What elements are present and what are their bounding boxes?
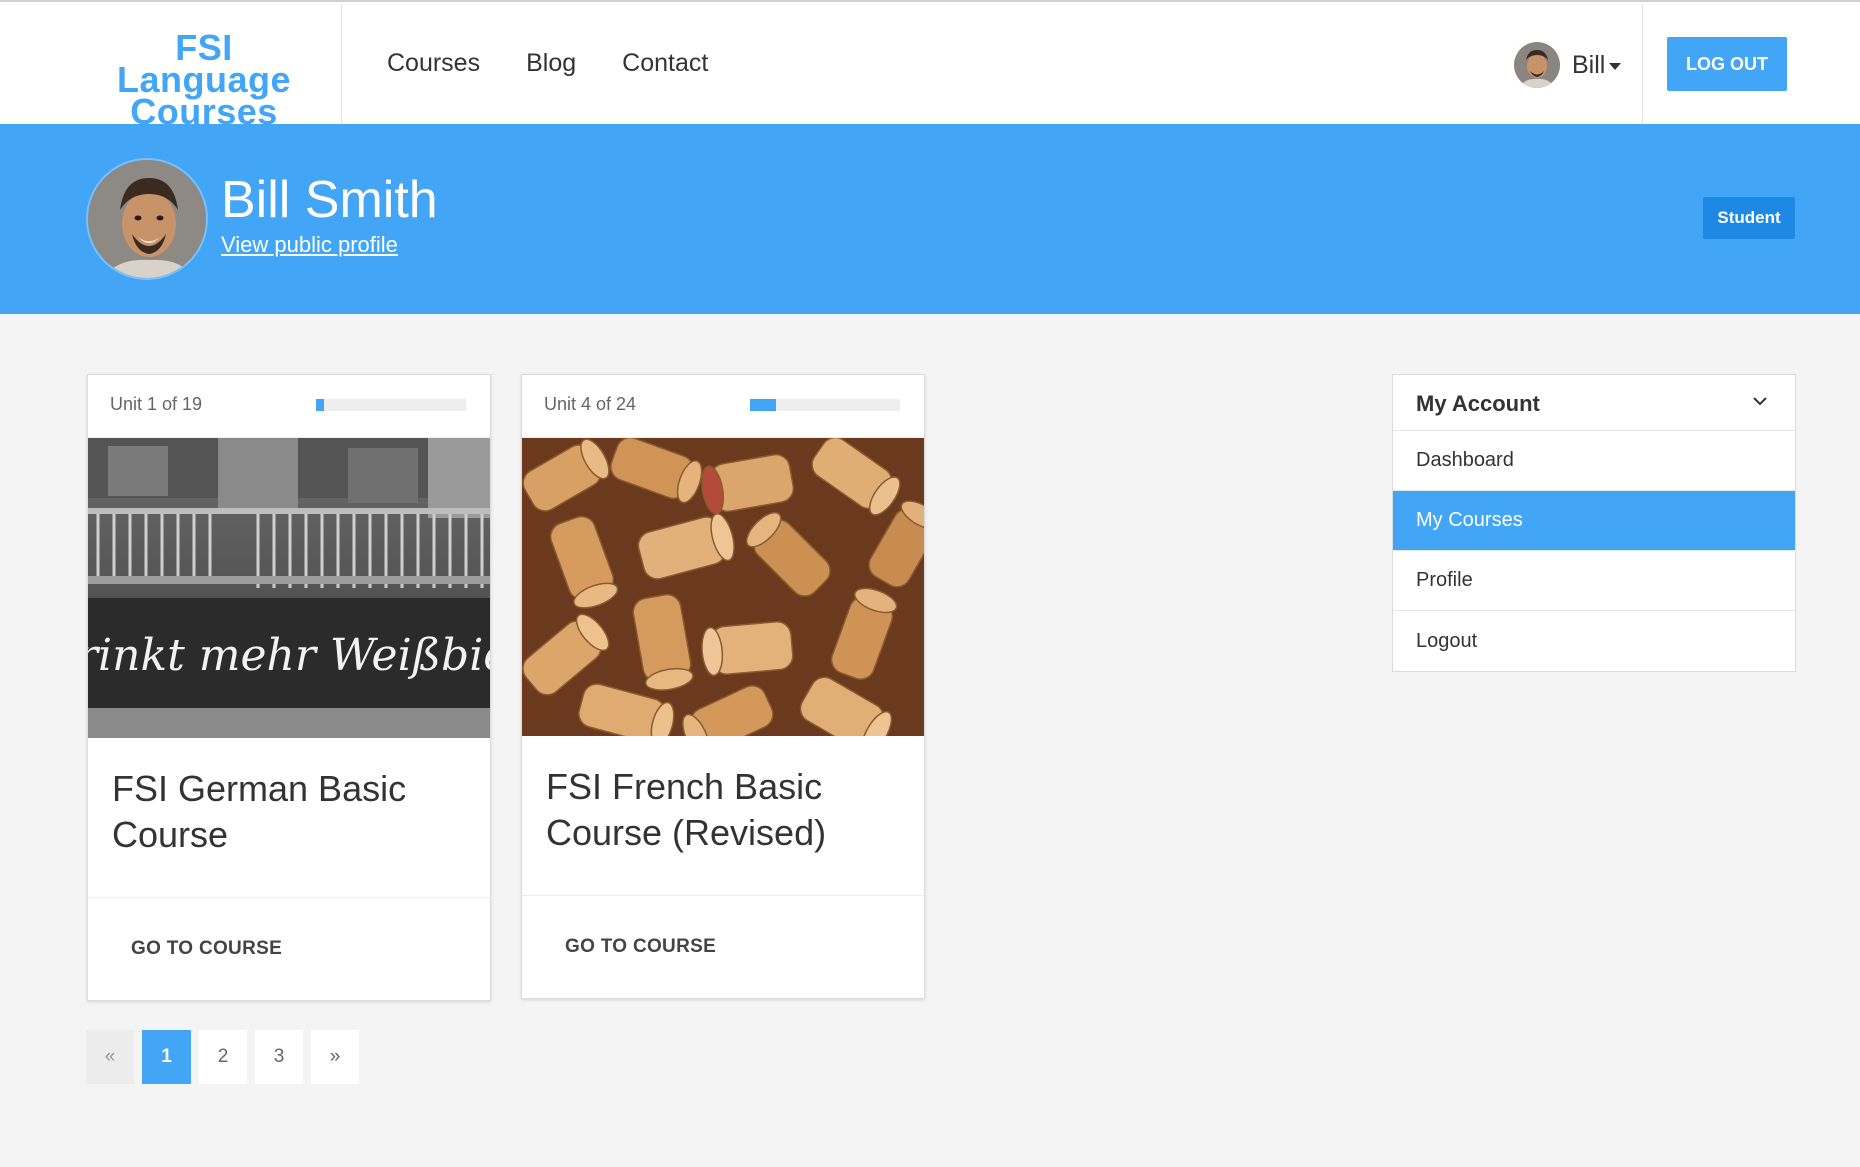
sidebar-item-profile[interactable]: Profile xyxy=(1393,551,1795,611)
view-public-profile-link[interactable]: View public profile xyxy=(221,232,398,258)
profile-avatar xyxy=(86,158,208,280)
user-name: Bill xyxy=(1572,50,1606,79)
divider xyxy=(1642,4,1643,126)
nav-blog[interactable]: Blog xyxy=(526,49,576,78)
chevron-down-icon xyxy=(1609,63,1622,70)
unit-progress-label: Unit 4 of 24 xyxy=(544,394,637,414)
divider xyxy=(341,4,342,126)
account-menu-header[interactable]: My Account xyxy=(1393,375,1795,431)
sidebar-item-my-courses[interactable]: My Courses xyxy=(1393,491,1795,551)
course-card-footer: GO TO COURSE xyxy=(522,896,924,998)
main-nav: Courses Blog Contact xyxy=(387,49,708,78)
sidebar-item-dashboard[interactable]: Dashboard xyxy=(1393,431,1795,491)
user-avatar xyxy=(1514,42,1560,88)
unit-progress-label: Unit 1 of 19 xyxy=(110,394,203,414)
course-title[interactable]: FSI German Basic Course xyxy=(88,738,490,898)
role-badge: Student xyxy=(1703,197,1795,239)
next-page-button[interactable]: » xyxy=(311,1030,359,1084)
user-menu[interactable]: Bill xyxy=(1514,42,1622,88)
profile-name: Bill Smith xyxy=(221,171,438,229)
course-card-header: Unit 1 of 19 xyxy=(88,375,490,438)
progress-fill xyxy=(750,399,776,411)
nav-courses[interactable]: Courses xyxy=(387,49,480,78)
progress-bar xyxy=(750,399,900,411)
course-title[interactable]: FSI French Basic Course (Revised) xyxy=(522,736,924,896)
sidebar-item-logout[interactable]: Logout xyxy=(1393,611,1795,671)
account-menu-title: My Account xyxy=(1416,391,1540,416)
logo-line-1: FSI Language xyxy=(116,27,291,100)
top-navbar: FSI Language Courses Courses Blog Contac… xyxy=(0,0,1860,130)
go-to-course-button[interactable]: GO TO COURSE xyxy=(565,936,716,958)
progress-fill xyxy=(316,399,324,411)
page-button-1[interactable]: 1 xyxy=(142,1030,191,1084)
chevron-down-icon xyxy=(1753,397,1767,406)
prev-page-button[interactable]: « xyxy=(86,1030,134,1084)
pagination: « 1 2 3 » xyxy=(86,1030,359,1084)
account-sidebar: My Account Dashboard My Courses Profile … xyxy=(1392,374,1796,672)
logout-button[interactable]: LOG OUT xyxy=(1667,37,1787,91)
profile-banner: Bill Smith View public profile Student xyxy=(0,124,1860,314)
nav-contact[interactable]: Contact xyxy=(622,49,708,78)
thumbnail-caption: Trinkt mehr Weißbier xyxy=(88,630,490,681)
course-card: Unit 4 of 24 FSI French Basic Course (Re… xyxy=(521,374,925,999)
course-thumbnail[interactable] xyxy=(522,438,924,736)
go-to-course-button[interactable]: GO TO COURSE xyxy=(131,938,282,960)
course-card-header: Unit 4 of 24 xyxy=(522,375,924,438)
course-thumbnail[interactable]: Trinkt mehr Weißbier xyxy=(88,438,490,738)
site-logo[interactable]: FSI Language Courses xyxy=(84,27,324,130)
page-button-3[interactable]: 3 xyxy=(255,1030,303,1084)
progress-bar xyxy=(316,399,466,411)
page-button-2[interactable]: 2 xyxy=(199,1030,247,1084)
course-card-footer: GO TO COURSE xyxy=(88,898,490,1000)
course-card: Unit 1 of 19 inkt mehr Weißbi FSI German… xyxy=(87,374,491,1001)
